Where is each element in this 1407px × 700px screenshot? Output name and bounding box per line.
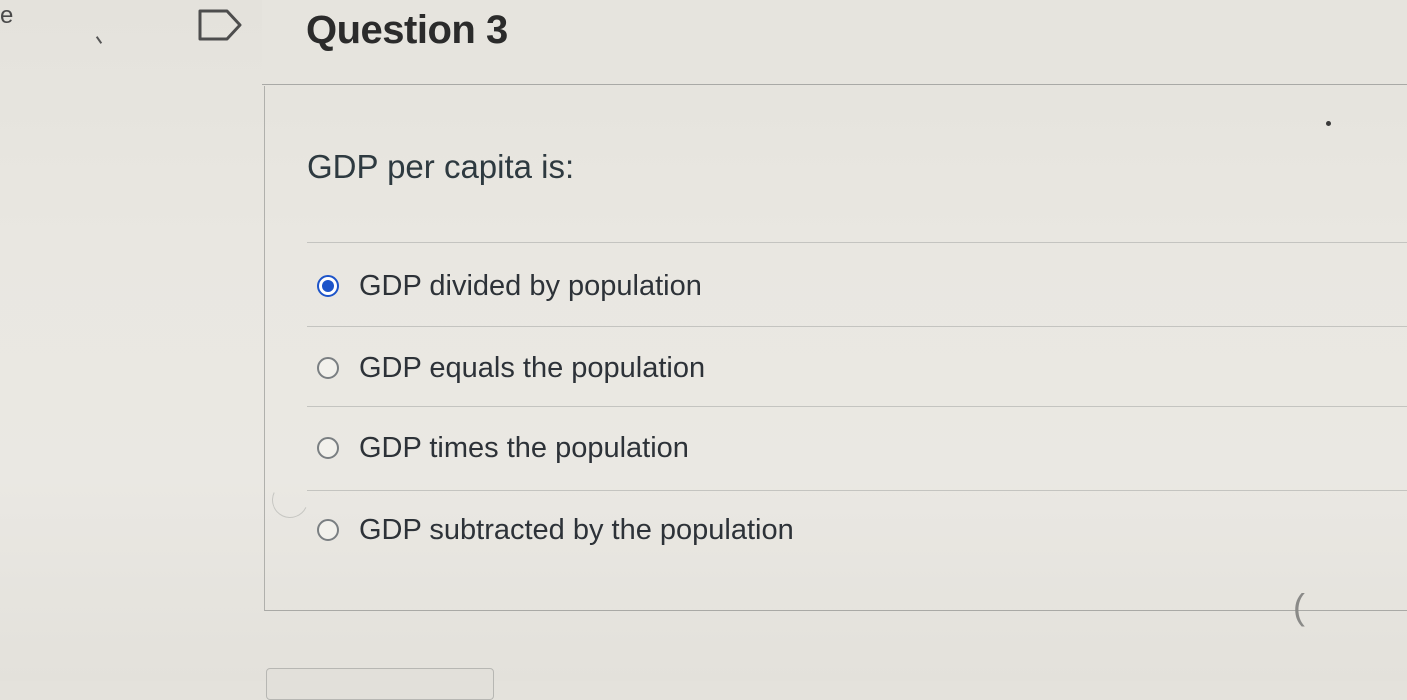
divider (307, 406, 1407, 407)
answer-option-1[interactable]: GDP divided by population (317, 266, 702, 306)
answer-label: GDP divided by population (359, 269, 702, 302)
question-text: GDP per capita is: (307, 148, 575, 185)
radio-button[interactable] (317, 357, 339, 379)
answer-label: GDP equals the population (359, 351, 706, 384)
radio-button-selected[interactable] (317, 275, 339, 297)
divider (307, 490, 1407, 491)
question-header: Question 3 (262, 0, 1407, 85)
screen-reflection-mark: ( (1293, 586, 1305, 627)
answer-option-3[interactable]: GDP times the population (317, 428, 689, 468)
radio-button[interactable] (317, 519, 339, 541)
answer-label: GDP subtracted by the population (359, 513, 794, 546)
flag-question-icon[interactable] (197, 8, 243, 42)
answer-option-2[interactable]: GDP equals the population (317, 348, 705, 388)
answer-label: GDP times the population (359, 431, 689, 464)
divider (307, 326, 1407, 327)
screen-speck (95, 36, 103, 44)
question-title: Question 3 (306, 8, 508, 52)
next-button[interactable] (266, 668, 494, 700)
divider (307, 242, 1407, 243)
question-body: GDP per capita is: GDP divided by popula… (264, 86, 1407, 627)
radio-button[interactable] (317, 437, 339, 459)
screen-dot (1326, 121, 1331, 126)
answer-option-4[interactable]: GDP subtracted by the population (317, 510, 794, 550)
edge-text-fragment: e (0, 2, 14, 29)
